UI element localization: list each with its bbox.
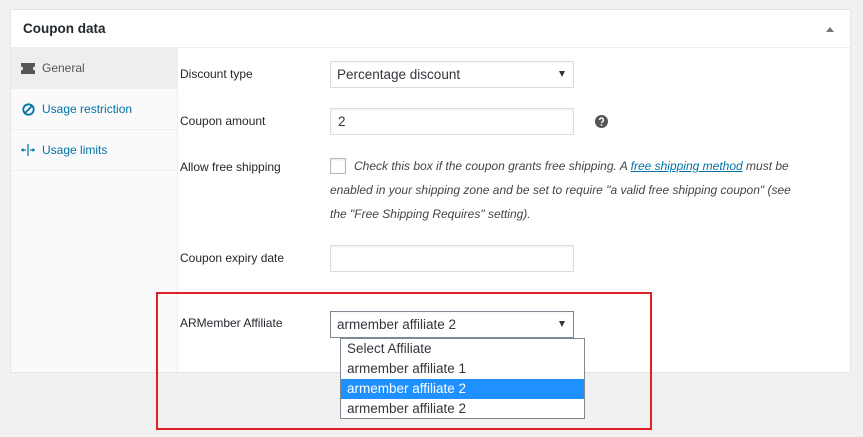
free-shipping-description: Check this box if the coupon grants free… bbox=[330, 154, 820, 226]
description-text: the "Free Shipping Requires" setting). bbox=[330, 207, 531, 221]
panel-title: Coupon data bbox=[23, 21, 106, 36]
armember-affiliate-value: armember affiliate 2 bbox=[337, 317, 457, 332]
armember-affiliate-select[interactable]: armember affiliate 2 bbox=[330, 311, 574, 338]
dropdown-option-selected[interactable]: armember affiliate 2 bbox=[341, 379, 584, 399]
dropdown-arrow-icon bbox=[559, 71, 565, 77]
tab-usage-limits[interactable]: Usage limits bbox=[11, 130, 177, 171]
description-text: Check this box if the coupon grants free… bbox=[354, 159, 631, 173]
question-circle-icon[interactable] bbox=[595, 115, 608, 128]
coupon-amount-label: Coupon amount bbox=[180, 114, 266, 128]
ticket-icon bbox=[20, 60, 36, 76]
description-text: must be bbox=[742, 159, 789, 173]
dropdown-arrow-icon bbox=[559, 321, 565, 327]
collapse-arrow-icon[interactable] bbox=[822, 21, 838, 37]
dropdown-option[interactable]: Select Affiliate bbox=[341, 339, 584, 359]
tab-label: Usage limits bbox=[42, 143, 108, 157]
tab-general[interactable]: General bbox=[11, 48, 177, 89]
coupon-tabs: General Usage restriction Usage limits bbox=[11, 48, 178, 372]
dropdown-option[interactable]: armember affiliate 2 bbox=[341, 399, 584, 419]
expiry-date-input[interactable] bbox=[330, 245, 574, 272]
no-entry-icon bbox=[20, 101, 36, 117]
tab-label: General bbox=[42, 61, 85, 75]
discount-type-label: Discount type bbox=[180, 67, 253, 81]
armember-affiliate-options: Select Affiliate armember affiliate 1 ar… bbox=[340, 338, 585, 419]
panel-header[interactable]: Coupon data bbox=[11, 10, 850, 48]
dropdown-option[interactable]: armember affiliate 1 bbox=[341, 359, 584, 379]
coupon-amount-input[interactable] bbox=[330, 108, 574, 135]
discount-type-value: Percentage discount bbox=[337, 67, 461, 82]
arrows-spread-icon bbox=[20, 142, 36, 158]
description-text: enabled in your shipping zone and be set… bbox=[330, 183, 791, 197]
free-shipping-label: Allow free shipping bbox=[180, 160, 281, 174]
tab-label: Usage restriction bbox=[42, 102, 133, 116]
expiry-date-label: Coupon expiry date bbox=[180, 251, 285, 265]
armember-affiliate-label: ARMember Affiliate bbox=[180, 316, 283, 330]
free-shipping-method-link[interactable]: free shipping method bbox=[631, 159, 743, 173]
discount-type-select[interactable]: Percentage discount bbox=[330, 61, 574, 88]
tab-usage-restriction[interactable]: Usage restriction bbox=[11, 89, 177, 130]
